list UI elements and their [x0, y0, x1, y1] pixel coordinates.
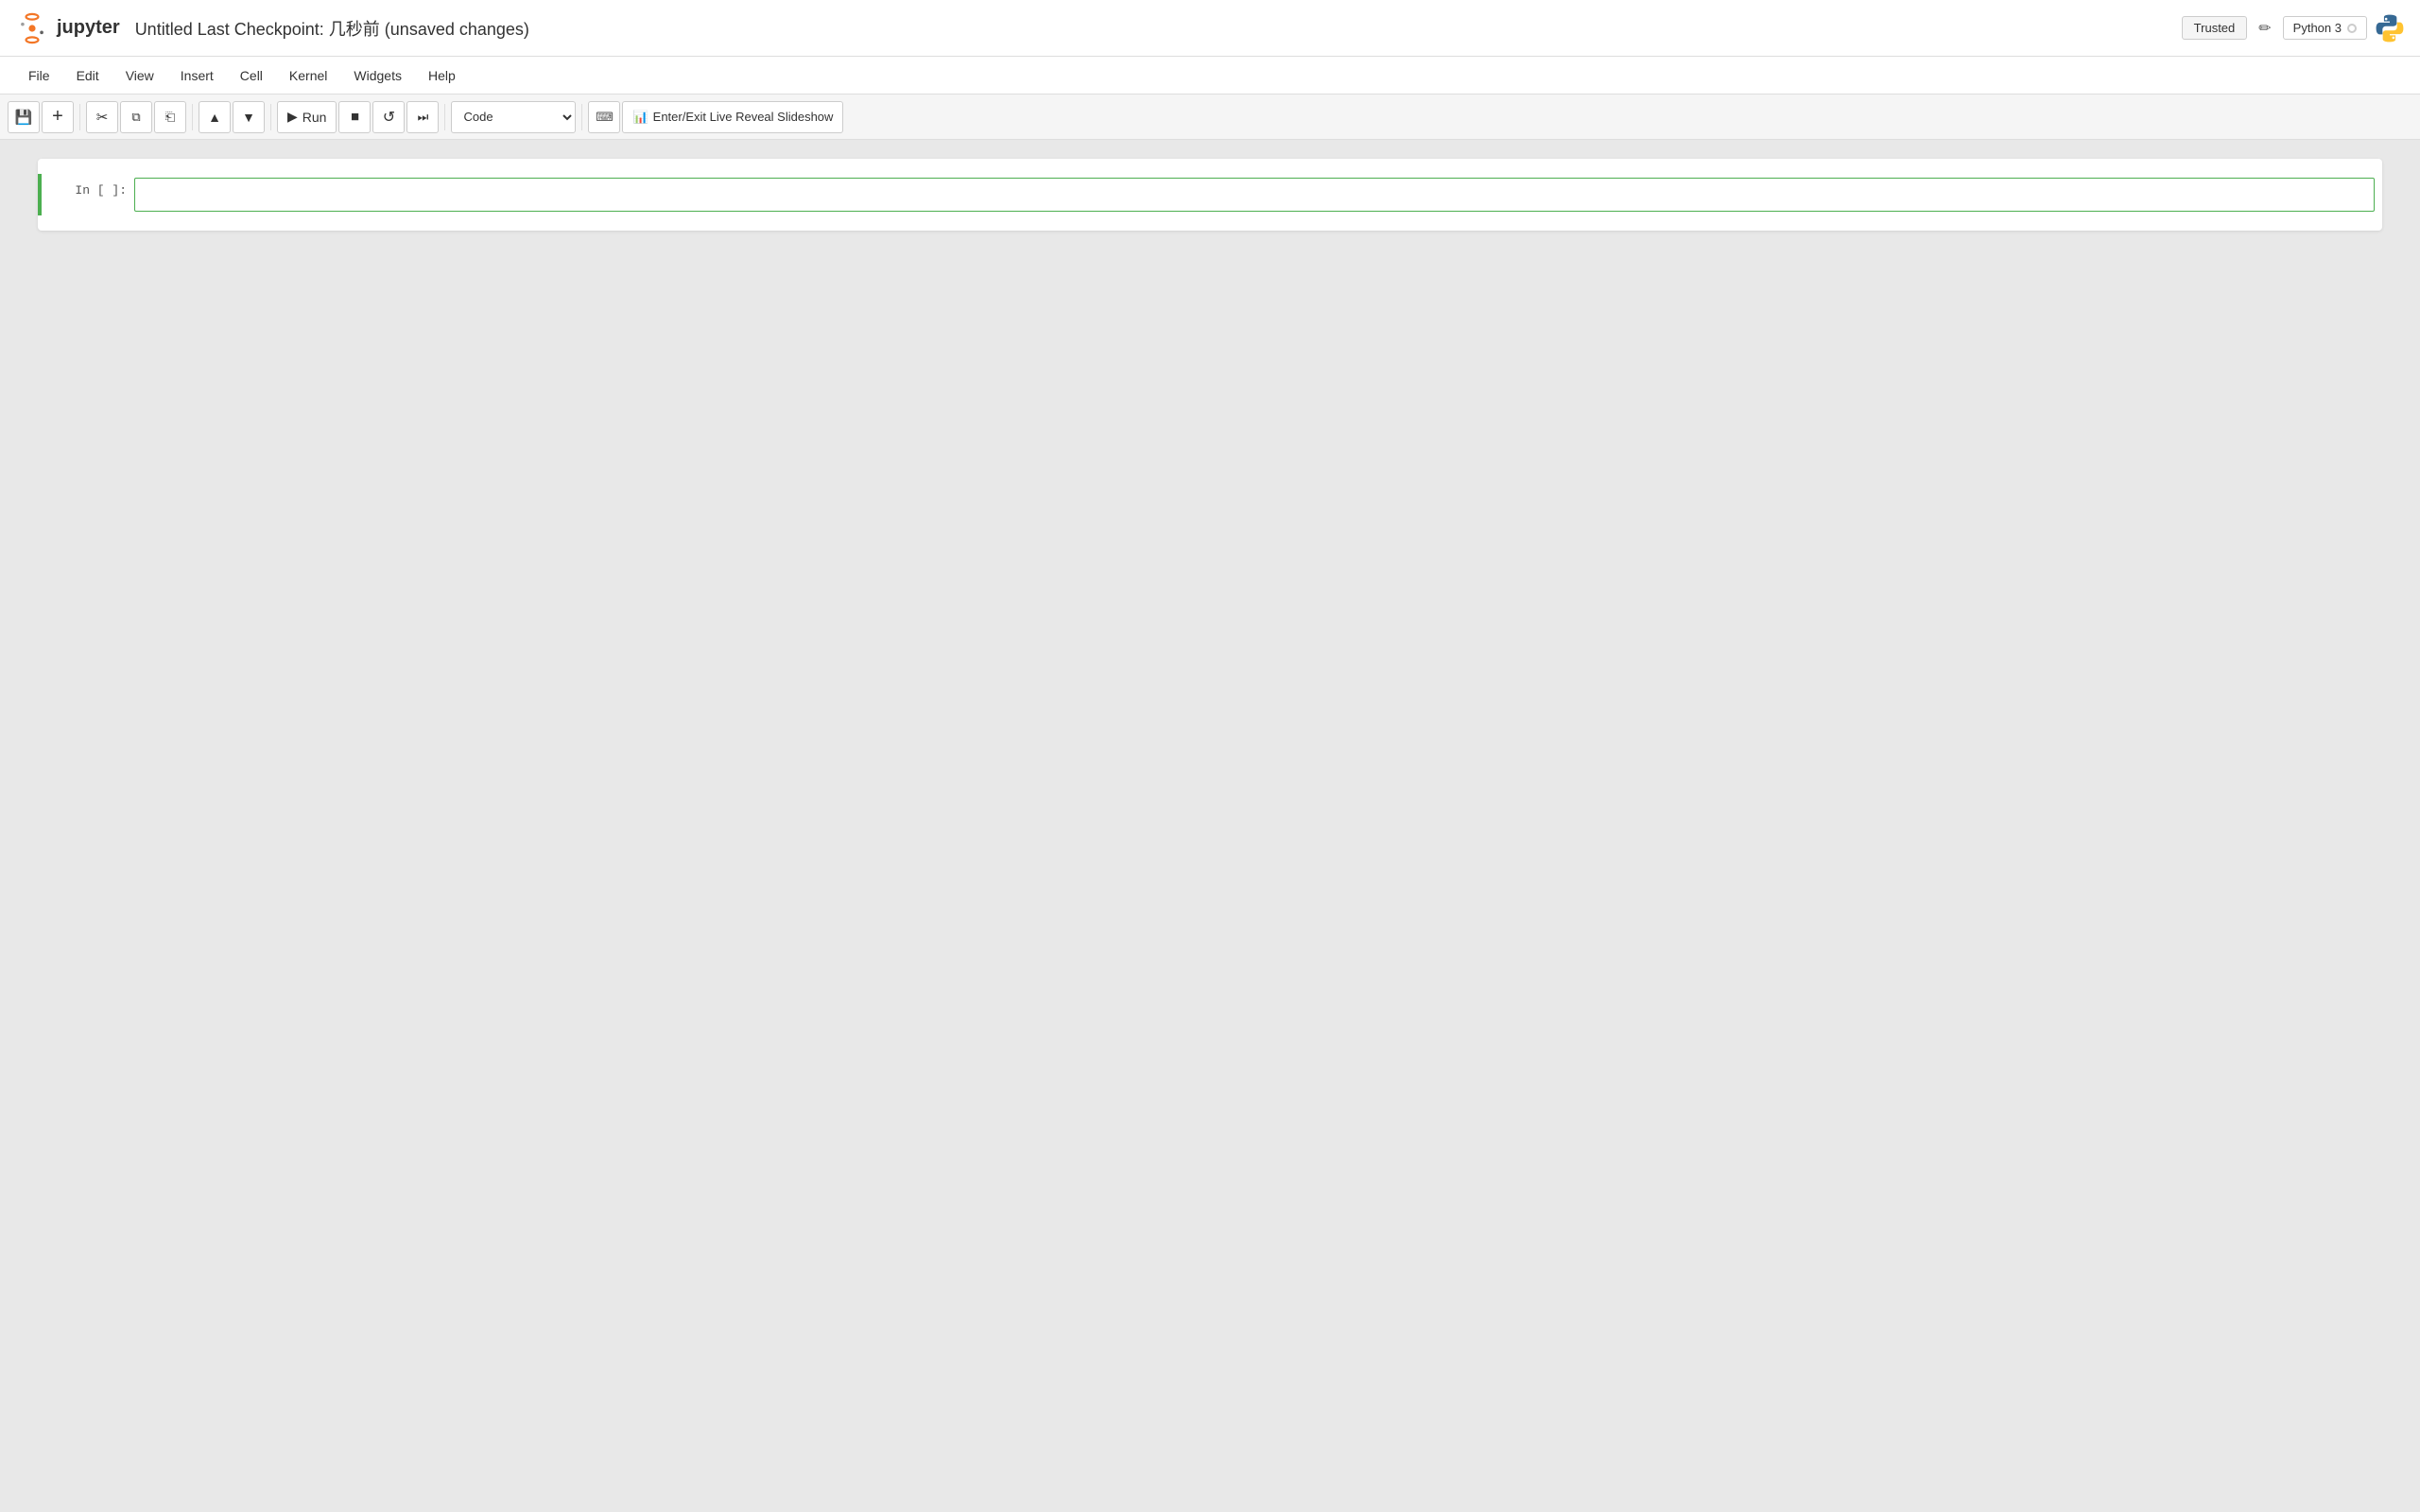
header-right-area: Trusted ✏ Python 3	[2182, 13, 2405, 43]
toolbar-separator-1	[79, 104, 80, 130]
plus-icon: +	[52, 106, 63, 128]
arrow-down-icon: ▼	[242, 110, 255, 125]
cut-icon: ✂	[96, 109, 109, 126]
chart-bar-icon: 📊	[632, 110, 648, 125]
run-cell-button[interactable]: ▶ Run	[277, 101, 337, 133]
edit-notebook-button[interactable]: ✏	[2255, 15, 2274, 42]
toolbar-separator-2	[192, 104, 193, 130]
kernel-label: Python 3	[2293, 21, 2342, 35]
slideshow-label: Enter/Exit Live Reveal Slideshow	[653, 110, 834, 124]
cell-type-dropdown[interactable]: Code Markdown Raw NBConvert Heading	[451, 101, 576, 133]
cell-input-0[interactable]	[134, 178, 2375, 212]
notebook-header: jupyter Untitled Last Checkpoint: 几秒前 (u…	[0, 0, 2420, 57]
cut-cell-button[interactable]: ✂	[86, 101, 118, 133]
menu-item-kernel[interactable]: Kernel	[276, 60, 340, 91]
cell-0: In [ ]:	[38, 174, 2382, 215]
copy-icon: ⧉	[131, 110, 140, 125]
toolbar: 💾 + ✂ ⧉ ⎗ ▲ ▼ ▶ Run ■ ↺ ⏭	[0, 94, 2420, 140]
menu-item-insert[interactable]: Insert	[167, 60, 227, 91]
menu-item-widgets[interactable]: Widgets	[340, 60, 415, 91]
kernel-status-circle	[2347, 24, 2357, 33]
toolbar-separator-4	[444, 104, 445, 130]
restart-kernel-button[interactable]: ↺	[372, 101, 405, 133]
toolbar-separator-3	[270, 104, 271, 130]
jupyter-logo-area: jupyter	[15, 11, 120, 45]
kernel-indicator: Python 3	[2283, 16, 2367, 40]
run-label: Run	[302, 110, 327, 125]
add-cell-button[interactable]: +	[42, 101, 74, 133]
save-button[interactable]: 💾	[8, 101, 40, 133]
python-logo-icon	[2375, 13, 2405, 43]
pencil-icon: ✏	[2258, 21, 2271, 37]
notebook-title: Untitled Last Checkpoint: 几秒前 (unsaved c…	[135, 16, 2167, 41]
move-cell-up-button[interactable]: ▲	[199, 101, 231, 133]
menu-item-edit[interactable]: Edit	[63, 60, 112, 91]
restart-icon: ↺	[383, 108, 395, 127]
notebook-container: In [ ]:	[38, 159, 2382, 231]
restart-run-all-button[interactable]: ⏭	[406, 101, 439, 133]
stop-icon: ■	[351, 109, 359, 125]
menu-item-file[interactable]: File	[15, 60, 63, 91]
toolbar-separator-5	[581, 104, 582, 130]
keyboard-icon: ⌨	[596, 110, 614, 125]
cell-prompt-0: In [ ]:	[49, 178, 134, 198]
paste-cell-button[interactable]: ⎗	[154, 101, 186, 133]
menu-item-view[interactable]: View	[112, 60, 167, 91]
run-icon: ▶	[287, 109, 298, 125]
menu-bar: File Edit View Insert Cell Kernel Widget…	[0, 57, 2420, 94]
jupyter-brand-text: jupyter	[57, 17, 120, 39]
menu-item-cell[interactable]: Cell	[227, 60, 276, 91]
keyboard-shortcuts-button[interactable]: ⌨	[588, 101, 620, 133]
arrow-up-icon: ▲	[208, 110, 221, 125]
paste-icon: ⎗	[165, 110, 175, 125]
notebook-area: In [ ]:	[0, 140, 2420, 1512]
copy-cell-button[interactable]: ⧉	[120, 101, 152, 133]
interrupt-kernel-button[interactable]: ■	[338, 101, 371, 133]
move-cell-down-button[interactable]: ▼	[233, 101, 265, 133]
menu-item-help[interactable]: Help	[415, 60, 469, 91]
jupyter-logo-icon	[15, 11, 49, 45]
fast-forward-icon: ⏭	[418, 110, 429, 125]
trusted-button[interactable]: Trusted	[2182, 16, 2248, 40]
save-icon: 💾	[15, 109, 33, 126]
slideshow-button[interactable]: 📊 Enter/Exit Live Reveal Slideshow	[622, 101, 843, 133]
